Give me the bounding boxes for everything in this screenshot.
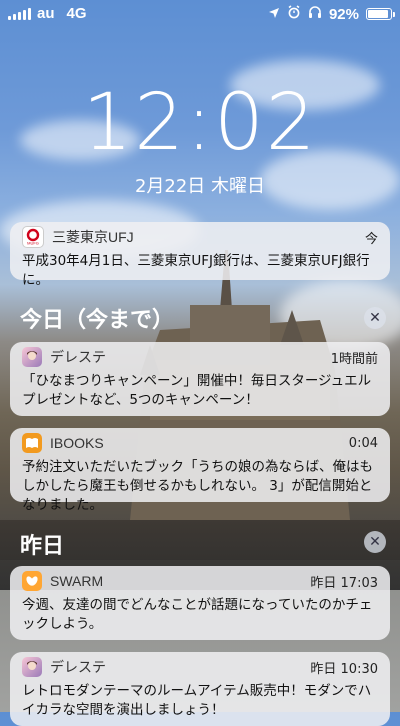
notification-body: 「ひなまつりキャンペーン」開催中！毎日スタージュエルプレゼントなど、5つのキャン… (22, 373, 372, 408)
notification-card[interactable]: SWARM 昨日 17:03 今週、友達の間でどんなことが話題になっていたのかチ… (10, 566, 390, 640)
notification-body: 今週、友達の間でどんなことが話題になっていたのかチェックしよう。 (22, 597, 373, 632)
notification-card[interactable]: IBOOKS 0:04 予約注文いただいたブック「うちの娘の為ならば、俺はもしか… (10, 428, 390, 513)
ibooks-icon (22, 433, 42, 453)
notification-card[interactable]: MUFG 三菱東京UFJ 今 平成30年4月1日、三菱東京UFJ銀行は、三菱東京… (10, 222, 390, 288)
battery-percent: 92% (328, 5, 359, 23)
close-icon: ✕ (369, 534, 381, 550)
alarm-clock-icon (287, 5, 301, 23)
close-icon: ✕ (369, 310, 381, 326)
notification-app-name: デレステ (50, 659, 106, 675)
notification-app-name: IBOOKS (50, 435, 104, 451)
deresute-app-icon (22, 347, 42, 367)
svg-text:MUFG: MUFG (27, 241, 39, 246)
notification-app-name: SWARM (50, 573, 104, 589)
swarm-icon (22, 571, 42, 591)
notification-time: 今 (364, 231, 378, 247)
lock-date: 2月22日 木曜日 (134, 176, 266, 197)
clear-yesterday-button[interactable]: ✕ (364, 531, 386, 553)
signal-icon (8, 7, 31, 20)
lock-time: 12:02 (82, 78, 318, 168)
notification-body: 平成30年4月1日、三菱東京UFJ銀行は、三菱東京UFJ銀行に。 (22, 253, 370, 288)
section-header-yesterday: 昨日 (20, 534, 65, 559)
notification-body: レトロモダンテーマのルームアイテム販売中！モダンでハイカラな空間を演出しましょう… (22, 683, 372, 718)
notification-time: 昨日 10:30 (310, 661, 378, 677)
notification-time: 0:04 (348, 435, 378, 451)
mufg-bank-icon: MUFG (22, 226, 44, 248)
battery-icon (366, 8, 395, 20)
network-label: 4G (66, 5, 87, 22)
notification-body: 予約注文いただいたブック「うちの娘の為ならば、俺はもしかしたら魔王も倒せるかもし… (22, 459, 373, 513)
notification-app-name: デレステ (50, 349, 106, 365)
deresute-app-icon (22, 657, 42, 677)
section-header-today: 今日（今まで） (20, 308, 175, 333)
location-arrow-icon (268, 6, 280, 23)
carrier-label: au (37, 5, 55, 22)
notification-card[interactable]: デレステ 1時間前 「ひなまつりキャンペーン」開催中！毎日スタージュエルプレゼン… (10, 342, 390, 416)
headphones-icon (308, 5, 322, 23)
notification-card[interactable]: デレステ 昨日 10:30 レトロモダンテーマのルームアイテム販売中！モダンでハ… (10, 652, 390, 726)
notification-time: 1時間前 (330, 351, 378, 367)
notification-time: 昨日 17:03 (310, 575, 378, 591)
clear-today-button[interactable]: ✕ (364, 307, 386, 329)
status-bar: au 4G 92% (0, 0, 400, 28)
notification-app-name: 三菱東京UFJ (52, 229, 134, 245)
